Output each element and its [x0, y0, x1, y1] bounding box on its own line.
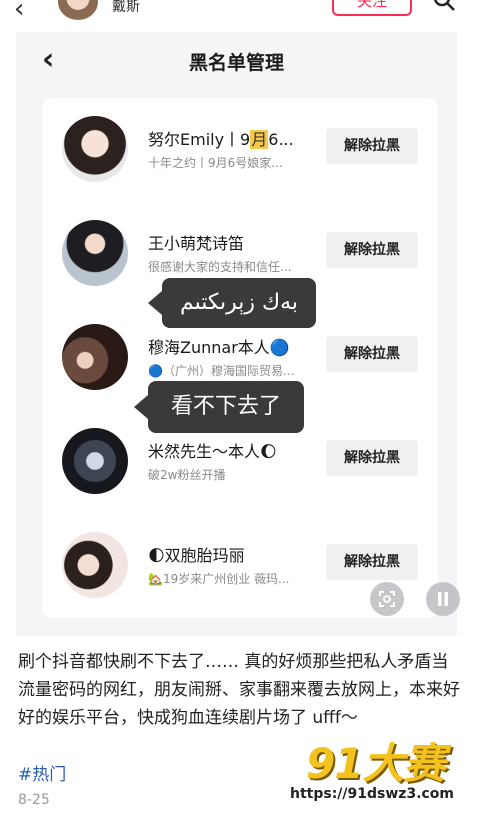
blocked-user-desc: 🏡19岁来广州创业 薇玛... — [148, 572, 290, 586]
blocklist-header: ‹ 黑名单管理 — [16, 32, 457, 92]
blocked-user-desc: 很感谢大家的支持和信任... — [148, 260, 292, 274]
blocked-user-desc: 破2w粉丝开播 — [148, 468, 226, 482]
blocklist-screenshot: ‹ 黑名单管理 努尔Emily丨9月6... 十年之约丨9月6号娘家... 解除… — [16, 32, 457, 636]
unblock-button[interactable]: 解除拉黑 — [326, 336, 418, 372]
unblock-button[interactable]: 解除拉黑 — [326, 232, 418, 268]
post-date: 8-25 — [18, 792, 50, 808]
unblock-button[interactable]: 解除拉黑 — [326, 544, 418, 580]
screenshot-scan-button[interactable] — [370, 582, 404, 616]
blocked-list: 努尔Emily丨9月6... 十年之约丨9月6号娘家... 解除拉黑 王小萌梵诗… — [42, 98, 438, 618]
blocked-user-name: 王小萌梵诗笛 — [148, 234, 245, 253]
pause-icon — [438, 592, 448, 606]
search-icon[interactable] — [432, 0, 456, 12]
speech-bubble-uyghur: بەك زېرىكتىم — [148, 278, 316, 328]
avatar[interactable] — [58, 0, 98, 20]
avatar[interactable] — [62, 428, 128, 494]
watermark: 91大赛 https://91dswz3.com — [290, 728, 470, 808]
post-text: 刷个抖音都快刷不下去了…… 真的好烦那些把私人矛盾当流量密码的网红，朋友闹掰、家… — [18, 652, 460, 728]
list-item: 努尔Emily丨9月6... 十年之约丨9月6号娘家... 解除拉黑 — [42, 98, 438, 202]
unblock-button[interactable]: 解除拉黑 — [326, 128, 418, 164]
blocked-user-name: 努尔Emily丨9月6... — [148, 130, 294, 149]
speech-bubble-chinese: 看不下去了 — [134, 381, 304, 433]
blocked-user-name: 🌓双胞胎玛丽 — [148, 546, 245, 565]
blocked-user-desc: 十年之约丨9月6号娘家... — [148, 156, 283, 170]
avatar[interactable] — [62, 116, 128, 182]
scan-icon — [379, 591, 395, 607]
back-arrow-icon[interactable]: ‹ — [14, 0, 24, 24]
watermark-logo: 91大赛 — [306, 739, 445, 788]
hashtag-link[interactable]: #热门 — [18, 760, 66, 785]
blocked-user-desc: 🔵（广州）穆海国际贸易... — [148, 364, 295, 378]
avatar[interactable] — [62, 532, 128, 598]
top-bar: ‹ 戴斯 关注 — [0, 0, 480, 30]
avatar[interactable] — [62, 324, 128, 390]
blocked-user-name: 穆海Zunnar本人🔵 — [148, 338, 290, 357]
blocked-user-name: 米然先生～本人🌔 — [148, 442, 277, 461]
avatar[interactable] — [62, 220, 128, 286]
watermark-url: https://91dswz3.com — [290, 786, 455, 802]
pause-button[interactable] — [426, 582, 460, 616]
follow-button[interactable]: 关注 — [332, 0, 412, 16]
unblock-button[interactable]: 解除拉黑 — [326, 440, 418, 476]
page-title: 黑名单管理 — [188, 52, 284, 74]
username[interactable]: 戴斯 — [112, 0, 140, 16]
